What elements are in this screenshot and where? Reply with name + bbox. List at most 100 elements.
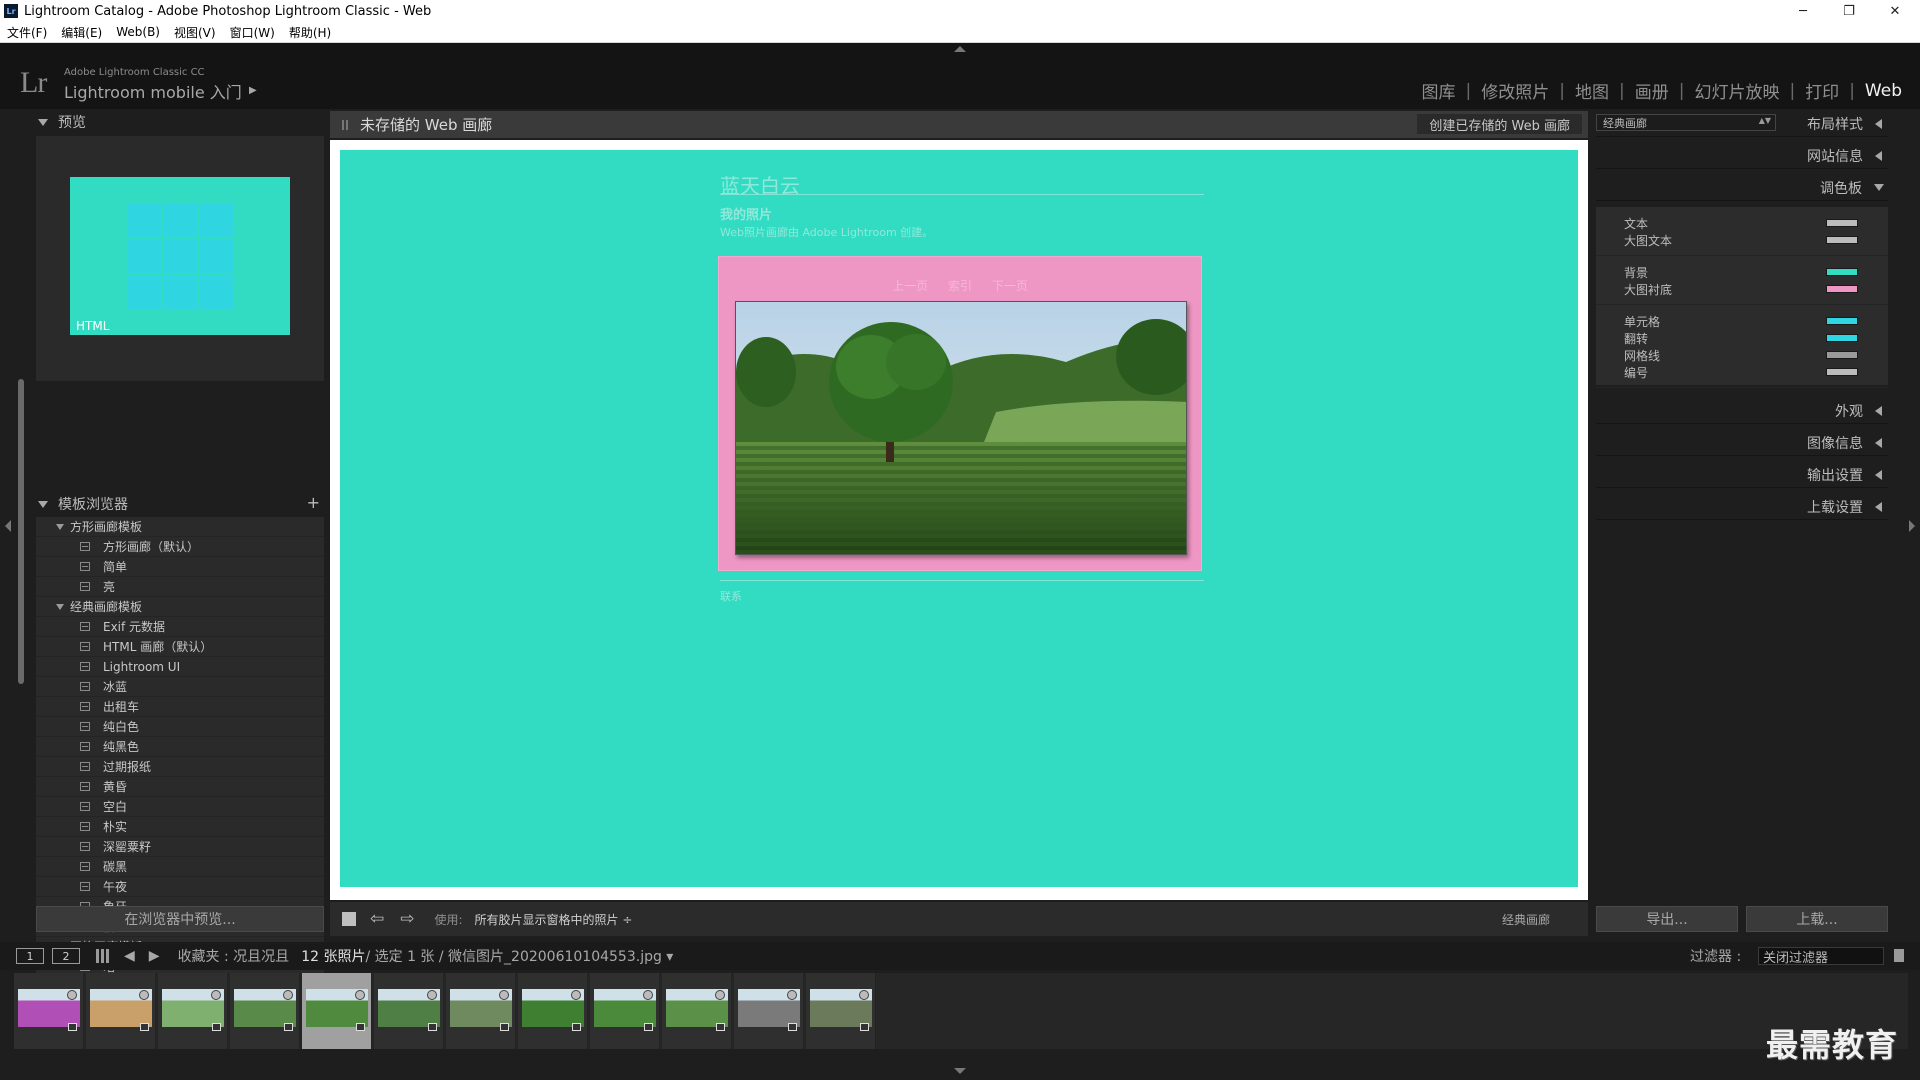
module-slideshow[interactable]: 幻灯片放映 (1694, 78, 1779, 103)
filter-select[interactable]: 关闭过滤器 (1758, 947, 1884, 966)
menu-help[interactable]: 帮助(H) (289, 24, 331, 41)
nav-next[interactable]: 下一页 (992, 279, 1028, 293)
filmstrip-thumbnail[interactable] (590, 973, 660, 1049)
appearance-header[interactable]: 外观 (1596, 398, 1888, 424)
template-item[interactable]: 亮 (36, 577, 324, 597)
module-book[interactable]: 画册 (1635, 78, 1669, 103)
nav-index[interactable]: 索引 (948, 279, 972, 293)
preview-panel-header[interactable]: 预览 (32, 111, 324, 133)
collapse-left-panel-icon[interactable] (5, 520, 11, 532)
next-arrow-icon[interactable]: ▶ (149, 948, 160, 964)
module-map[interactable]: 地图 (1575, 78, 1609, 103)
output-settings-header[interactable]: 输出设置 (1596, 462, 1888, 488)
color-swatch[interactable] (1826, 219, 1858, 227)
filmstrip-thumbnail[interactable] (734, 973, 804, 1049)
close-button[interactable]: ✕ (1872, 0, 1918, 22)
template-browser-header[interactable]: 模板浏览器 + (32, 493, 324, 515)
add-template-icon[interactable]: + (307, 493, 320, 512)
lock-icon[interactable] (1894, 949, 1904, 962)
template-folder[interactable]: 经典画廊模板 (36, 597, 324, 617)
filmstrip-thumbnail[interactable] (302, 973, 372, 1049)
module-print[interactable]: 打印 (1805, 78, 1839, 103)
collapse-right-panel-icon[interactable] (1909, 520, 1915, 532)
template-item[interactable]: 冰蓝 (36, 677, 324, 697)
color-swatch[interactable] (1826, 317, 1858, 325)
filmstrip-thumbnail[interactable] (518, 973, 588, 1049)
color-swatch[interactable] (1826, 236, 1858, 244)
filmstrip-thumbnail[interactable] (86, 973, 156, 1049)
collection-title[interactable]: 我的照片 (720, 204, 772, 223)
filmstrip-thumbnail[interactable] (662, 973, 732, 1049)
collapse-filmstrip-icon[interactable] (954, 1068, 966, 1074)
upload-settings-header[interactable]: 上载设置 (1596, 494, 1888, 520)
next-arrow-icon[interactable]: ⇨ (400, 909, 414, 929)
template-item[interactable]: Exif 元数据 (36, 617, 324, 637)
template-item[interactable]: 纯白色 (36, 717, 324, 737)
module-library[interactable]: 图库 (1422, 78, 1456, 103)
export-button[interactable]: 导出... (1596, 906, 1738, 932)
site-info-header[interactable]: 网站信息 (1596, 143, 1888, 169)
filmstrip-source[interactable]: 收藏夹 : 况且况且 (178, 946, 290, 966)
large-photo[interactable] (735, 301, 1187, 555)
color-palette-header[interactable]: 调色板 (1596, 175, 1888, 201)
template-item[interactable]: 空白 (36, 797, 324, 817)
template-folder[interactable]: 方形画廊模板 (36, 517, 324, 537)
module-develop[interactable]: 修改照片 (1481, 78, 1549, 103)
module-web[interactable]: Web (1865, 81, 1902, 101)
filmstrip-thumbnail[interactable] (158, 973, 228, 1049)
grid-view-icon[interactable] (96, 949, 110, 963)
color-swatch[interactable] (1826, 334, 1858, 342)
stop-icon[interactable] (342, 912, 356, 926)
secondary-window-button[interactable]: 2 (52, 948, 80, 964)
template-item[interactable]: 方形画廊（默认） (36, 537, 324, 557)
folder-triangle-icon[interactable] (56, 603, 64, 610)
template-item[interactable]: 简单 (36, 557, 324, 577)
menu-edit[interactable]: 编辑(E) (61, 24, 102, 41)
template-item[interactable]: 深罂粟籽 (36, 837, 324, 857)
image-info-header[interactable]: 图像信息 (1596, 430, 1888, 456)
menu-web[interactable]: Web(B) (116, 25, 160, 39)
template-item[interactable]: 午夜 (36, 877, 324, 897)
layout-style-header[interactable]: 经典画廊 ▲▼ 布局样式 (1596, 111, 1888, 137)
create-saved-gallery-button[interactable]: 创建已存储的 Web 画廊 (1417, 114, 1582, 134)
left-panel-scrollbar[interactable] (18, 379, 24, 684)
template-item[interactable]: HTML 画廊（默认） (36, 637, 324, 657)
filmstrip-thumbnail[interactable] (446, 973, 516, 1049)
lightroom-mobile-link[interactable]: Lightroom mobile 入门 (64, 79, 242, 103)
template-item[interactable]: 黄昏 (36, 777, 324, 797)
filmstrip-thumbnail[interactable] (374, 973, 444, 1049)
minimize-button[interactable]: ─ (1780, 0, 1826, 22)
nav-previous[interactable]: 上一页 (892, 279, 928, 293)
template-item[interactable]: 朴实 (36, 817, 324, 837)
module-picker: 图库 | 修改照片 | 地图 | 画册 | 幻灯片放映 | 打印 | Web (1422, 78, 1902, 104)
template-item[interactable]: 出租车 (36, 697, 324, 717)
selection-info[interactable]: / 选定 1 张 / 微信图片_20200610104553.jpg ▾ (365, 946, 673, 966)
collection-description[interactable]: Web照片画廊由 Adobe Lightroom 创建。 (720, 224, 933, 240)
previous-arrow-icon[interactable]: ⇦ (370, 909, 384, 929)
color-swatch[interactable] (1826, 268, 1858, 276)
play-icon[interactable]: ▶ (249, 85, 257, 96)
restore-button[interactable]: ❐ (1826, 0, 1872, 22)
upload-button[interactable]: 上载... (1746, 906, 1888, 932)
filmstrip-thumbnail[interactable] (806, 973, 876, 1049)
prev-arrow-icon[interactable]: ◀ (124, 948, 135, 964)
template-item[interactable]: 过期报纸 (36, 757, 324, 777)
template-item[interactable]: Lightroom UI (36, 657, 324, 677)
primary-window-button[interactable]: 1 (16, 948, 44, 964)
template-item[interactable]: 碳黑 (36, 857, 324, 877)
color-swatch[interactable] (1826, 285, 1858, 293)
contact-link[interactable]: 联系 (720, 588, 742, 604)
folder-triangle-icon[interactable] (56, 523, 64, 530)
filmstrip-thumbnail[interactable] (230, 973, 300, 1049)
color-swatch[interactable] (1826, 351, 1858, 359)
collapse-top-panel-icon[interactable] (954, 46, 966, 52)
color-swatch[interactable] (1826, 368, 1858, 376)
filmstrip-thumbnail[interactable] (14, 973, 84, 1049)
menu-window[interactable]: 窗口(W) (230, 24, 275, 41)
template-item[interactable]: 纯黑色 (36, 737, 324, 757)
menu-view[interactable]: 视图(V) (174, 24, 216, 41)
menu-file[interactable]: 文件(F) (7, 24, 47, 41)
use-photos-select[interactable]: 所有胶片显示窗格中的照片 ÷ (475, 911, 633, 928)
layout-style-select[interactable]: 经典画廊 ▲▼ (1596, 114, 1776, 131)
preview-in-browser-button[interactable]: 在浏览器中预览... (36, 906, 324, 932)
